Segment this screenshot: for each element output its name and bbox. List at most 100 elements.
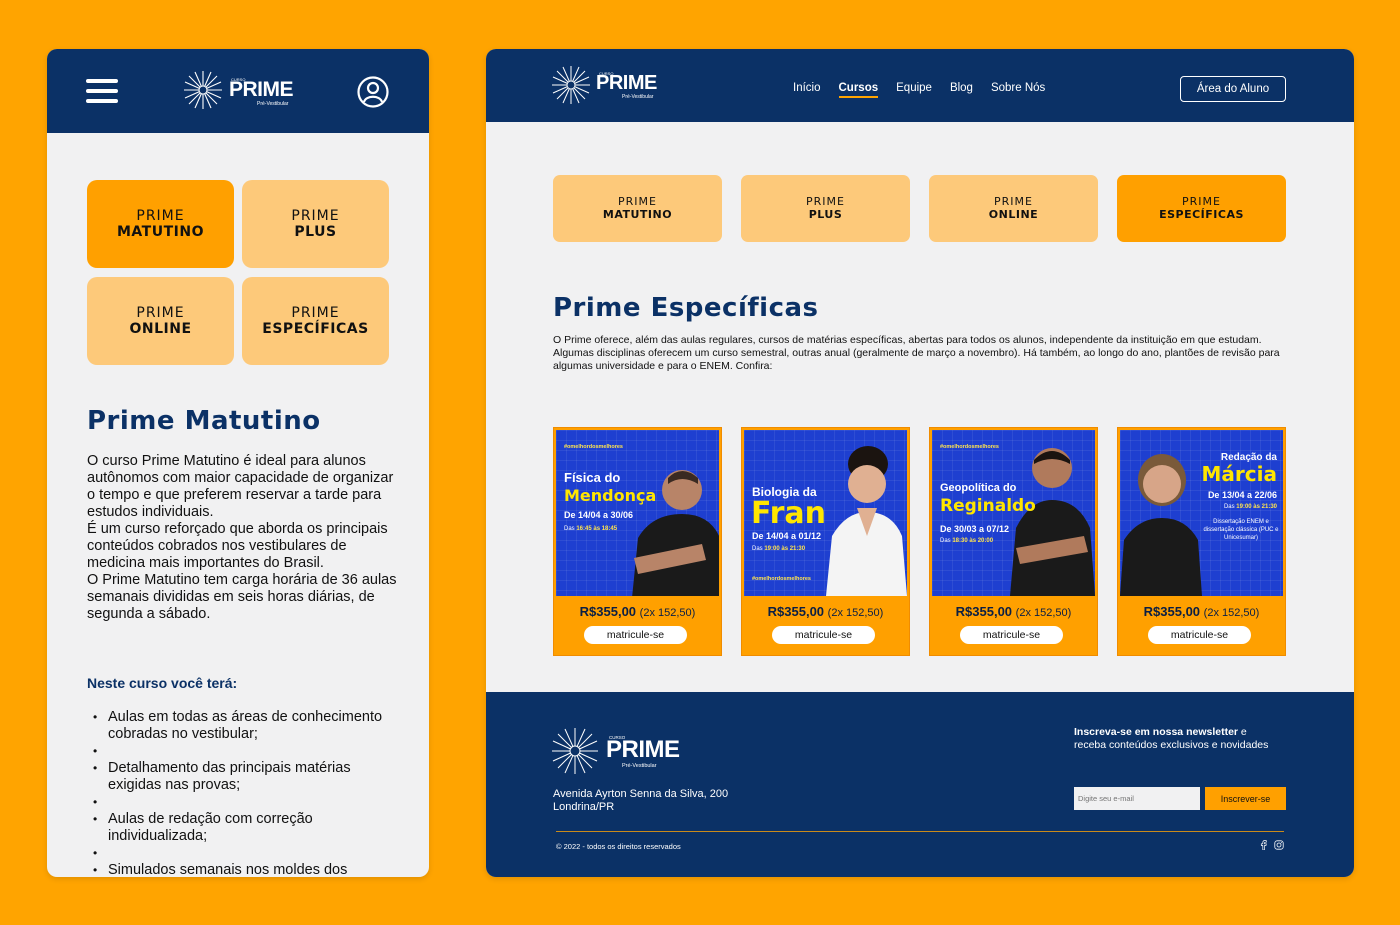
mobile-course-tabs: PRIME MATUTINO PRIME PLUS PRIME ONLINE PRIM… <box>87 180 389 365</box>
tab-online[interactable]: PRIME ONLINE <box>87 277 234 365</box>
tab-bottom: PLUS <box>294 223 337 240</box>
logo-name: PRIME <box>596 72 657 94</box>
student-area-button[interactable]: Área do Aluno <box>1180 76 1286 102</box>
tab-plus[interactable]: PRIME PLUS <box>242 180 389 268</box>
tab-top: PRIME <box>291 304 340 321</box>
nav-inicio[interactable]: Início <box>793 82 821 94</box>
tab-bottom: ONLINE <box>129 320 192 337</box>
teacher-photo <box>1120 454 1202 596</box>
course-price: R$355,00 (2x 152,50) <box>554 604 721 619</box>
feature-list: Aulas em todas as áreas de conhecimento … <box>93 709 393 877</box>
price-value: R$355,00 <box>1143 604 1201 619</box>
course-poster: Biologia da Fran De 14/04 a 01/12 Das 19… <box>744 430 907 596</box>
course-price: R$355,00 (2x 152,50) <box>930 604 1097 619</box>
email-field[interactable] <box>1074 787 1200 810</box>
starburst-icon <box>552 728 598 774</box>
installments: (2x 152,50) <box>1203 607 1260 619</box>
teacher-name: Mendonça <box>564 486 657 505</box>
page-description: O Prime oferece, além das aulas regulare… <box>553 334 1280 372</box>
course-poster: Redação da Márcia De 13/04 a 22/06 Das 1… <box>1120 430 1283 596</box>
page-title: Prime Matutino <box>87 406 321 436</box>
hours-value: 16:45 às 18:45 <box>576 526 618 532</box>
list-item: Aulas em todas as áreas de conhecimento … <box>93 709 393 743</box>
tab-online[interactable]: PRIME ONLINE <box>929 175 1098 242</box>
nav-sobre-nos[interactable]: Sobre Nós <box>991 82 1045 94</box>
tab-especificas[interactable]: PRIME ESPECÍFICAS <box>1117 175 1286 242</box>
hamburger-icon[interactable] <box>86 79 118 103</box>
logo-name: PRIME <box>229 78 294 101</box>
card-line1: Geopolítica do <box>940 482 1017 494</box>
hours-prefix: Das <box>940 538 953 544</box>
user-circle-icon[interactable] <box>357 76 389 113</box>
logo-tag: Pré-Vestibular <box>622 94 654 100</box>
hours-prefix: Das <box>1223 504 1237 510</box>
starburst-icon <box>184 71 222 109</box>
tab-matutino[interactable]: PRIME MATUTINO <box>553 175 722 242</box>
nav-blog[interactable]: Blog <box>950 82 973 94</box>
address-line: Avenida Ayrton Senna da Silva, 200 <box>553 788 729 800</box>
logo[interactable]: CURSO PRIME Pré-Vestibular <box>552 65 657 112</box>
description-paragraph: É um curso reforçado que aborda os princ… <box>87 521 388 571</box>
course-card-fisica: #omelhordosmelhores Física do Mendonça D… <box>553 427 722 656</box>
tab-bottom: ONLINE <box>988 207 1039 221</box>
course-hours: Das 18:30 às 20:00 <box>940 538 993 544</box>
logo-tag: Pré-Vestibular <box>257 101 289 107</box>
tab-bottom: ESPECÍFICAS <box>1159 207 1244 221</box>
tab-top: PRIME <box>291 207 340 224</box>
list-item: Aulas de redação com correção individual… <box>93 811 393 845</box>
main-nav: Início Cursos Equipe Blog Sobre Nós <box>793 82 1045 98</box>
facebook-icon[interactable] <box>1259 840 1268 850</box>
tab-bottom: PLUS <box>808 207 843 221</box>
tab-top: PRIME <box>136 207 185 224</box>
logo[interactable]: CURSO PRIME Pré-Vestibular <box>183 69 294 118</box>
mobile-header: CURSO PRIME Pré-Vestibular <box>47 49 429 133</box>
page-title: Prime Específicas <box>553 293 819 323</box>
course-description: O curso Prime Matutino é ideal para alun… <box>87 453 397 623</box>
newsletter-bold: Inscreva-se em nossa newsletter <box>1074 726 1239 738</box>
enroll-button[interactable]: matricule-se <box>1148 626 1251 644</box>
desktop-header: CURSO PRIME Pré-Vestibular Início Cursos… <box>486 49 1354 122</box>
enroll-button[interactable]: matricule-se <box>960 626 1063 644</box>
course-card-biologia: Biologia da Fran De 14/04 a 01/12 Das 19… <box>741 427 910 656</box>
course-extra: Dissertação ENEM e dissertação clássica … <box>1203 519 1279 541</box>
tab-top: PRIME <box>994 194 1033 208</box>
desktop-frame: CURSO PRIME Pré-Vestibular Início Cursos… <box>486 49 1354 877</box>
tab-plus[interactable]: PRIME PLUS <box>741 175 910 242</box>
list-item-empty <box>93 794 393 811</box>
social-links <box>1259 840 1284 850</box>
instagram-icon[interactable] <box>1274 840 1284 850</box>
list-item-empty <box>93 845 393 862</box>
logo-tag: Pré-Vestibular <box>622 763 657 769</box>
course-dates: De 14/04 a 01/12 <box>752 531 822 541</box>
nav-cursos[interactable]: Cursos <box>838 82 878 98</box>
hours-value: 18:30 às 20:00 <box>952 538 994 544</box>
enroll-button[interactable]: matricule-se <box>772 626 875 644</box>
hours-prefix: Das <box>752 546 765 552</box>
tab-especificas[interactable]: PRIME ESPECÍFICAS <box>242 277 389 365</box>
list-item-empty <box>93 743 393 760</box>
enroll-button[interactable]: matricule-se <box>584 626 687 644</box>
description-paragraph: O Prime Matutino tem carga horária de 36… <box>87 572 397 622</box>
teacher-photo <box>1010 448 1095 596</box>
tab-bottom: MATUTINO <box>602 207 673 221</box>
footer: CURSO PRIME Pré-Vestibular Avenida Ayrto… <box>486 692 1354 877</box>
tab-top: PRIME <box>806 194 845 208</box>
starburst-icon <box>552 66 590 104</box>
nav-equipe[interactable]: Equipe <box>896 82 932 94</box>
footer-logo[interactable]: CURSO PRIME Pré-Vestibular <box>552 726 682 781</box>
tab-matutino[interactable]: PRIME MATUTINO <box>87 180 234 268</box>
logo-name: PRIME <box>606 736 680 763</box>
course-cards: #omelhordosmelhores Física do Mendonça D… <box>553 427 1286 656</box>
subscribe-button[interactable]: Inscrever-se <box>1205 787 1286 810</box>
footer-divider <box>556 831 1284 832</box>
installments: (2x 152,50) <box>639 607 696 619</box>
tab-top: PRIME <box>618 194 657 208</box>
hours-prefix: Das <box>564 526 577 532</box>
price-value: R$355,00 <box>955 604 1013 619</box>
list-item: Simulados semanais nos moldes dos <box>93 862 393 877</box>
newsletter-text: Inscreva-se em nossa newsletter e receba… <box>1074 726 1274 752</box>
course-poster: #omelhordosmelhores Física do Mendonça D… <box>556 430 719 596</box>
hours-value: 19:00 às 21:30 <box>764 546 806 552</box>
price-value: R$355,00 <box>579 604 637 619</box>
list-item: Detalhamento das principais matérias exi… <box>93 760 393 794</box>
